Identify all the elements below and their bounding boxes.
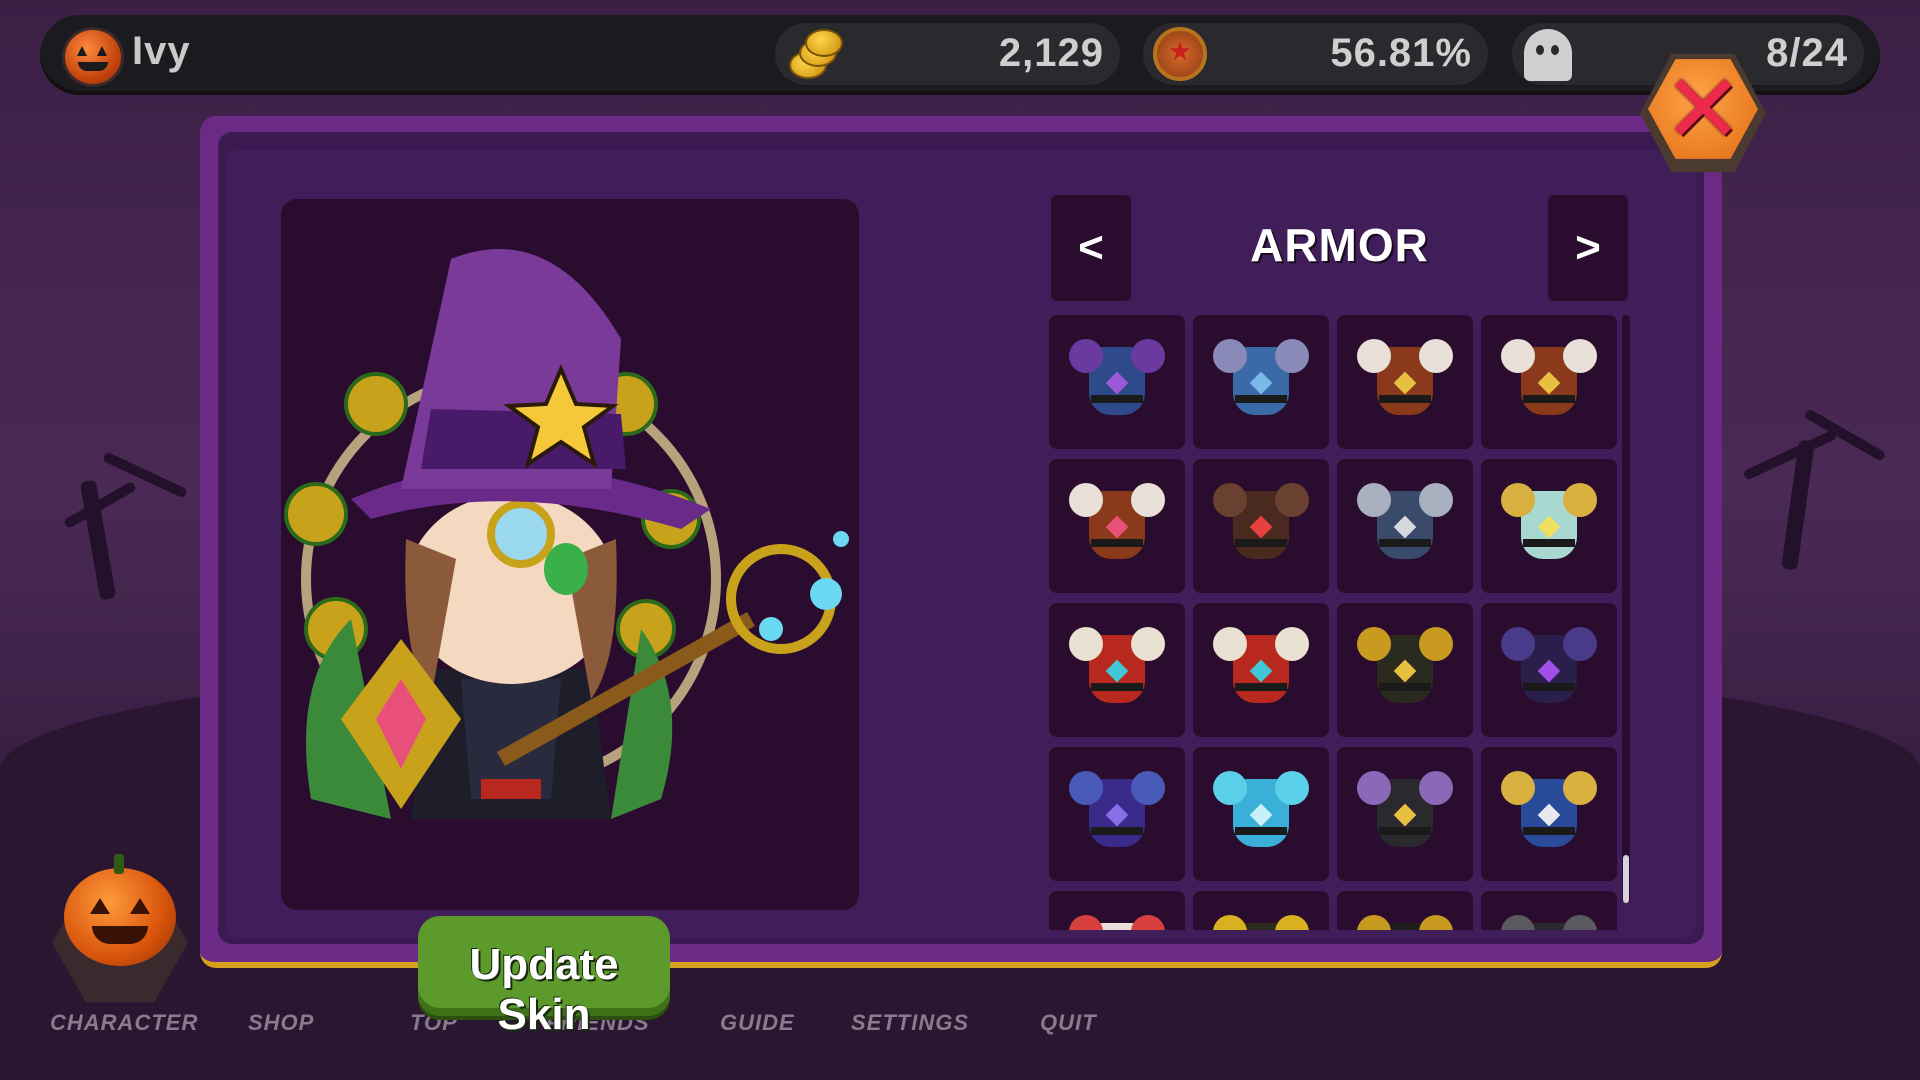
dead-tree-branch: [1742, 429, 1838, 481]
pumpkin-icon[interactable]: [64, 854, 176, 966]
armor-slot[interactable]: [1481, 603, 1617, 737]
update-skin-label: Update Skin: [469, 940, 619, 1039]
armor-icon: [1501, 329, 1597, 429]
armor-icon: [1213, 329, 1309, 429]
nav-shop[interactable]: SHOP: [248, 1010, 314, 1036]
armor-icon: [1069, 473, 1165, 573]
category-prev-button[interactable]: <: [1051, 195, 1131, 301]
armor-slot[interactable]: [1337, 315, 1473, 449]
armor-grid: [1049, 315, 1624, 930]
armor-icon: [1213, 761, 1309, 861]
coins-counter: 2,129: [775, 23, 1120, 85]
armor-slot[interactable]: [1193, 459, 1329, 593]
armor-slot[interactable]: [1337, 603, 1473, 737]
armor-grid-scroll-thumb[interactable]: [1623, 855, 1629, 903]
update-skin-button[interactable]: Update Skin: [418, 916, 670, 1039]
armor-slot[interactable]: [1481, 459, 1617, 593]
armor-slot[interactable]: [1049, 891, 1185, 930]
armor-slot[interactable]: [1337, 459, 1473, 593]
armor-slot[interactable]: [1337, 747, 1473, 881]
armor-icon: [1069, 761, 1165, 861]
armor-icon: [1357, 761, 1453, 861]
armor-icon: [1501, 761, 1597, 861]
armor-icon: [1357, 905, 1453, 930]
category-next-button[interactable]: >: [1548, 195, 1628, 301]
game-screen: Ivy 2,129 56.81% 8/24: [0, 0, 1920, 1080]
close-button[interactable]: ✕: [1640, 50, 1766, 176]
armor-slot[interactable]: [1193, 603, 1329, 737]
armor-slot[interactable]: [1481, 315, 1617, 449]
medal-icon: [1153, 27, 1207, 81]
coins-value: 2,129: [998, 31, 1104, 75]
player-name: Ivy: [132, 29, 191, 73]
nav-character[interactable]: CHARACTER: [50, 1010, 198, 1036]
armor-grid-scrollbar[interactable]: [1622, 315, 1630, 903]
armor-slot[interactable]: [1049, 603, 1185, 737]
armor-icon: [1213, 617, 1309, 717]
ghost-icon: [1524, 29, 1572, 81]
armor-icon: [1357, 329, 1453, 429]
category-title: ARMOR: [1250, 219, 1429, 271]
armor-icon: [1357, 617, 1453, 717]
character-illustration: [284, 249, 849, 819]
close-icon: ✕: [1662, 53, 1744, 165]
armor-slot[interactable]: [1049, 459, 1185, 593]
rank-percent-value: 56.81%: [1330, 31, 1472, 75]
armor-slot[interactable]: [1193, 315, 1329, 449]
pumpkin-icon: [62, 27, 124, 87]
dead-tree-branch: [1803, 408, 1887, 462]
armor-slot[interactable]: [1193, 747, 1329, 881]
top-status-bar: Ivy 2,129 56.81% 8/24: [40, 15, 1880, 95]
armor-icon: [1501, 617, 1597, 717]
coins-icon: [785, 29, 843, 79]
armor-icon: [1213, 905, 1309, 930]
ghost-count-value: 8/24: [1766, 31, 1848, 75]
armor-icon: [1357, 473, 1453, 573]
armor-icon: [1069, 905, 1165, 930]
armor-slot[interactable]: [1049, 747, 1185, 881]
nav-quit[interactable]: QUIT: [1040, 1010, 1097, 1036]
armor-icon: [1213, 473, 1309, 573]
armor-slot[interactable]: [1193, 891, 1329, 930]
armor-icon: [1501, 473, 1597, 573]
armor-slot[interactable]: [1337, 891, 1473, 930]
character-preview: [281, 199, 859, 910]
armor-slot[interactable]: [1049, 315, 1185, 449]
armor-icon: [1069, 329, 1165, 429]
nav-guide[interactable]: GUIDE: [720, 1010, 795, 1036]
armor-slot[interactable]: [1481, 891, 1617, 930]
nav-settings[interactable]: SETTINGS: [851, 1010, 969, 1036]
armor-icon: [1501, 905, 1597, 930]
rank-counter: 56.81%: [1143, 23, 1488, 85]
armor-icon: [1069, 617, 1165, 717]
armor-slot[interactable]: [1481, 747, 1617, 881]
